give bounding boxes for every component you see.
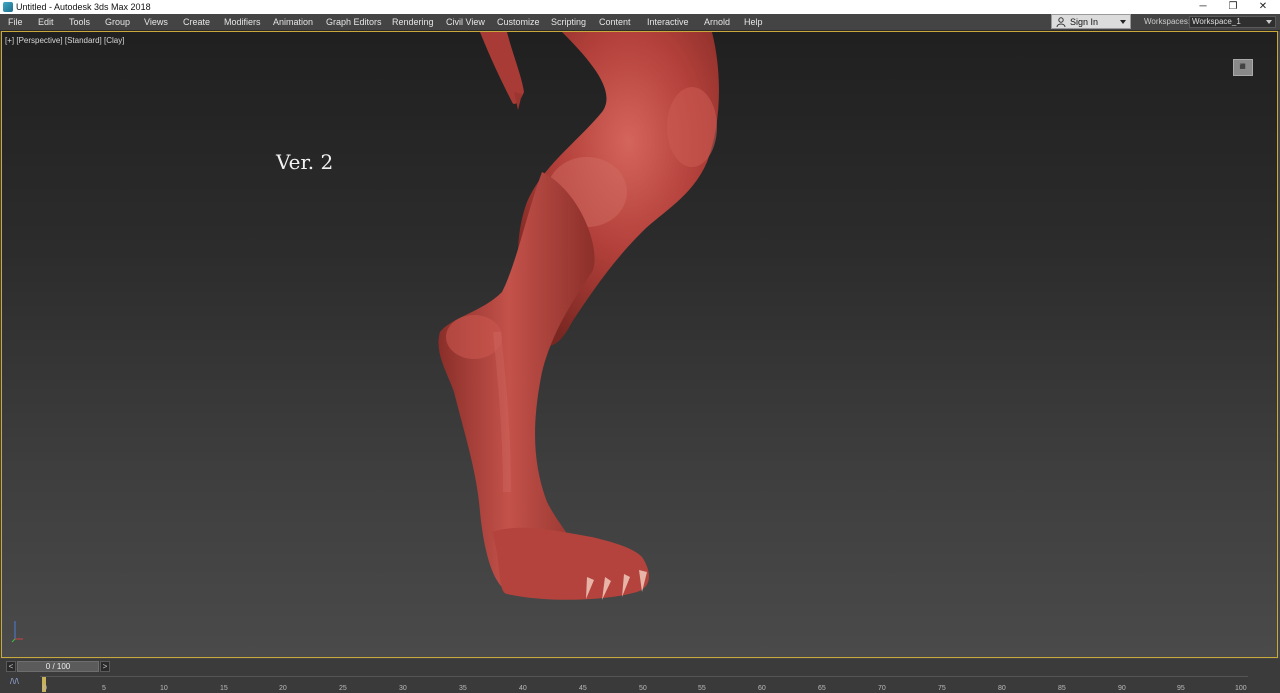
workspaces-label: Workspaces: [1144,17,1191,26]
chevron-down-icon [1120,20,1126,24]
menu-file[interactable]: File [8,14,23,30]
creature-leg-model[interactable] [2,32,1278,658]
timeline-tick-label: 30 [399,685,407,692]
timeline-tick-label: 80 [998,685,1006,692]
timeline-tick-label: 15 [220,685,228,692]
menu-content[interactable]: Content [599,14,631,30]
timeline-tick-label: 70 [878,685,886,692]
version-annotation-text: Ver. 2 [276,150,334,174]
sign-in-label: Sign In [1070,17,1099,27]
timeline-tick-label: 25 [339,685,347,692]
timeline-tick-label: 0 [43,685,47,692]
timeline-tick-label: 85 [1058,685,1066,692]
timeline-tick-label: 95 [1177,685,1185,692]
timeline-tick-label: 100 [1235,685,1247,692]
menu-help[interactable]: Help [744,14,763,30]
minimize-button[interactable]: ─ [1188,0,1218,14]
menu-animation[interactable]: Animation [273,14,313,30]
time-slider-bar: < 0 / 100 > /\/\ 0 5 10 15 20 25 30 35 4… [0,659,1280,693]
timeline-tick-label: 10 [160,685,168,692]
workspace-value: Workspace_1 [1192,17,1241,26]
next-frame-button[interactable]: > [100,661,110,672]
window-title: Untitled - Autodesk 3ds Max 2018 [16,2,151,12]
perspective-viewport[interactable]: [+] [Perspective] [Standard] [Clay] Ver.… [1,31,1278,658]
mini-curve-editor-icon[interactable]: /\/\ [10,677,19,686]
menu-tools[interactable]: Tools [69,14,90,30]
menu-edit[interactable]: Edit [38,14,54,30]
timeline-tick-label: 35 [459,685,467,692]
menu-group[interactable]: Group [105,14,130,30]
menu-views[interactable]: Views [144,14,168,30]
maximize-button[interactable]: ❐ [1218,0,1248,14]
timeline-tick-label: 5 [102,685,106,692]
axis-tripod-icon [11,621,23,643]
close-button[interactable]: ✕ [1248,0,1278,14]
menu-graph-editors[interactable]: Graph Editors [326,14,382,30]
timeline-tick-label: 60 [758,685,766,692]
chevron-down-icon [1266,20,1272,24]
timeline-tick-label: 75 [938,685,946,692]
menu-civil-view[interactable]: Civil View [446,14,485,30]
timeline-tick-label: 50 [639,685,647,692]
menu-create[interactable]: Create [183,14,210,30]
3dsmax-app-icon [3,2,13,12]
menu-scripting[interactable]: Scripting [551,14,586,30]
workspace-select[interactable]: Workspace_1 [1189,16,1276,28]
menu-customize[interactable]: Customize [497,14,540,30]
viewcube[interactable]: ⬛ [1233,59,1253,76]
timeline-tick-label: 20 [279,685,287,692]
timeline-tick-label: 55 [698,685,706,692]
menu-interactive[interactable]: Interactive [647,14,689,30]
title-bar: Untitled - Autodesk 3ds Max 2018 ─ ❐ ✕ [0,0,1280,14]
time-slider-thumb[interactable]: 0 / 100 [17,661,99,672]
timeline-tick-label: 45 [579,685,587,692]
timeline-tick-label: 40 [519,685,527,692]
menu-modifiers[interactable]: Modifiers [224,14,261,30]
previous-frame-button[interactable]: < [6,661,16,672]
sign-in-dropdown[interactable]: Sign In [1051,14,1131,29]
timeline-tick-label: 65 [818,685,826,692]
menu-arnold[interactable]: Arnold [704,14,730,30]
timeline-tick-label: 90 [1118,685,1126,692]
user-icon [1056,17,1066,27]
menu-rendering[interactable]: Rendering [392,14,434,30]
